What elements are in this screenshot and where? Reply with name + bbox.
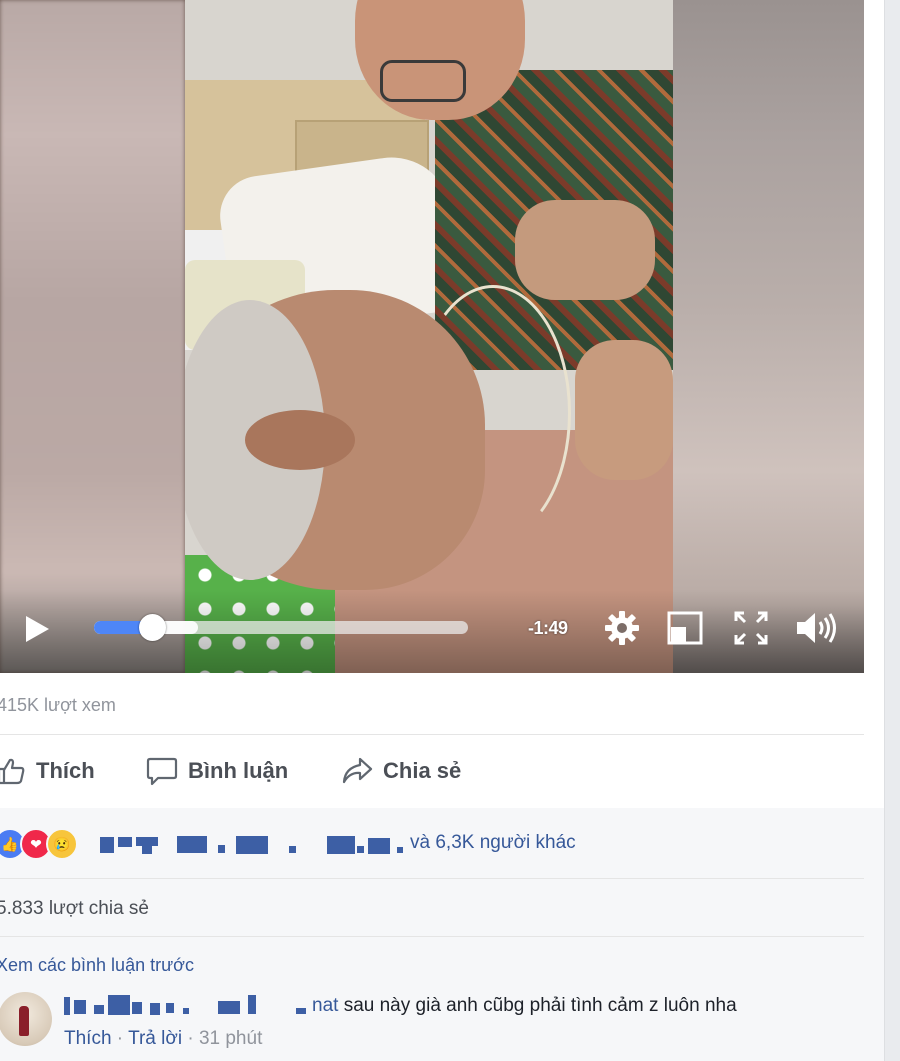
gear-icon[interactable] (603, 609, 641, 647)
share-count[interactable]: 5.833 lượt chia sẻ (0, 898, 149, 920)
share-button[interactable]: Chia sẻ (341, 754, 461, 788)
share-arrow-icon (342, 757, 373, 784)
meta-separator: · (182, 1028, 199, 1049)
comment-body: nat sau này già anh cũbg phải tình cảm z… (312, 995, 737, 1017)
thumbs-up-icon (0, 758, 25, 785)
video-player[interactable]: -1:49 (0, 0, 864, 673)
comment-label: Bình luận (188, 758, 289, 783)
play-icon[interactable] (24, 615, 50, 643)
share-label: Chia sẻ (383, 758, 462, 783)
comment-text: sau này già anh cũbg phải tình cảm z luô… (343, 995, 737, 1016)
comment-bubble-icon (146, 757, 178, 786)
comment-button[interactable]: Bình luận (146, 754, 288, 788)
like-label: Thích (36, 758, 95, 783)
scene-tube (415, 285, 571, 541)
scene-hand (515, 200, 655, 300)
view-previous-comments-link[interactable]: Xem các bình luận trước (0, 955, 194, 975)
avatar[interactable] (0, 992, 52, 1046)
volume-icon[interactable] (795, 610, 839, 646)
divider (0, 878, 864, 879)
time-remaining: -1:49 (528, 618, 568, 638)
video-blur-right (673, 0, 864, 673)
comment-reply-link[interactable]: Trả lời (128, 1028, 182, 1049)
comment-meta: Thích · Trả lời · 31 phút (64, 1028, 262, 1050)
video-frame (185, 0, 673, 673)
progress-scrubber-handle[interactable] (139, 614, 166, 641)
scene-glasses (380, 60, 466, 102)
avatar-figure (19, 1006, 29, 1036)
meta-separator: · (111, 1028, 129, 1049)
sad-reaction-icon: 😢 (46, 828, 78, 860)
divider (0, 734, 864, 735)
reaction-icons[interactable]: 👍 ❤ 😢 (0, 828, 78, 860)
picture-in-picture-icon[interactable] (667, 610, 703, 646)
like-button[interactable]: Thích (0, 754, 95, 788)
view-count: 415K lượt xem (0, 695, 116, 715)
video-blur-left (0, 0, 185, 673)
divider (0, 936, 864, 937)
fullscreen-icon[interactable] (733, 610, 769, 646)
comment-timestamp[interactable]: 31 phút (199, 1028, 262, 1049)
scene-hand-chest (575, 340, 673, 480)
scene-ear (245, 410, 355, 470)
comment-like-link[interactable]: Thích (64, 1028, 112, 1049)
page-right-border (884, 0, 885, 1061)
reactions-others-link[interactable]: và 6,3K người khác (410, 832, 576, 854)
page-right-gutter (884, 0, 900, 1061)
commenter-name-tail[interactable]: nat (312, 995, 338, 1016)
